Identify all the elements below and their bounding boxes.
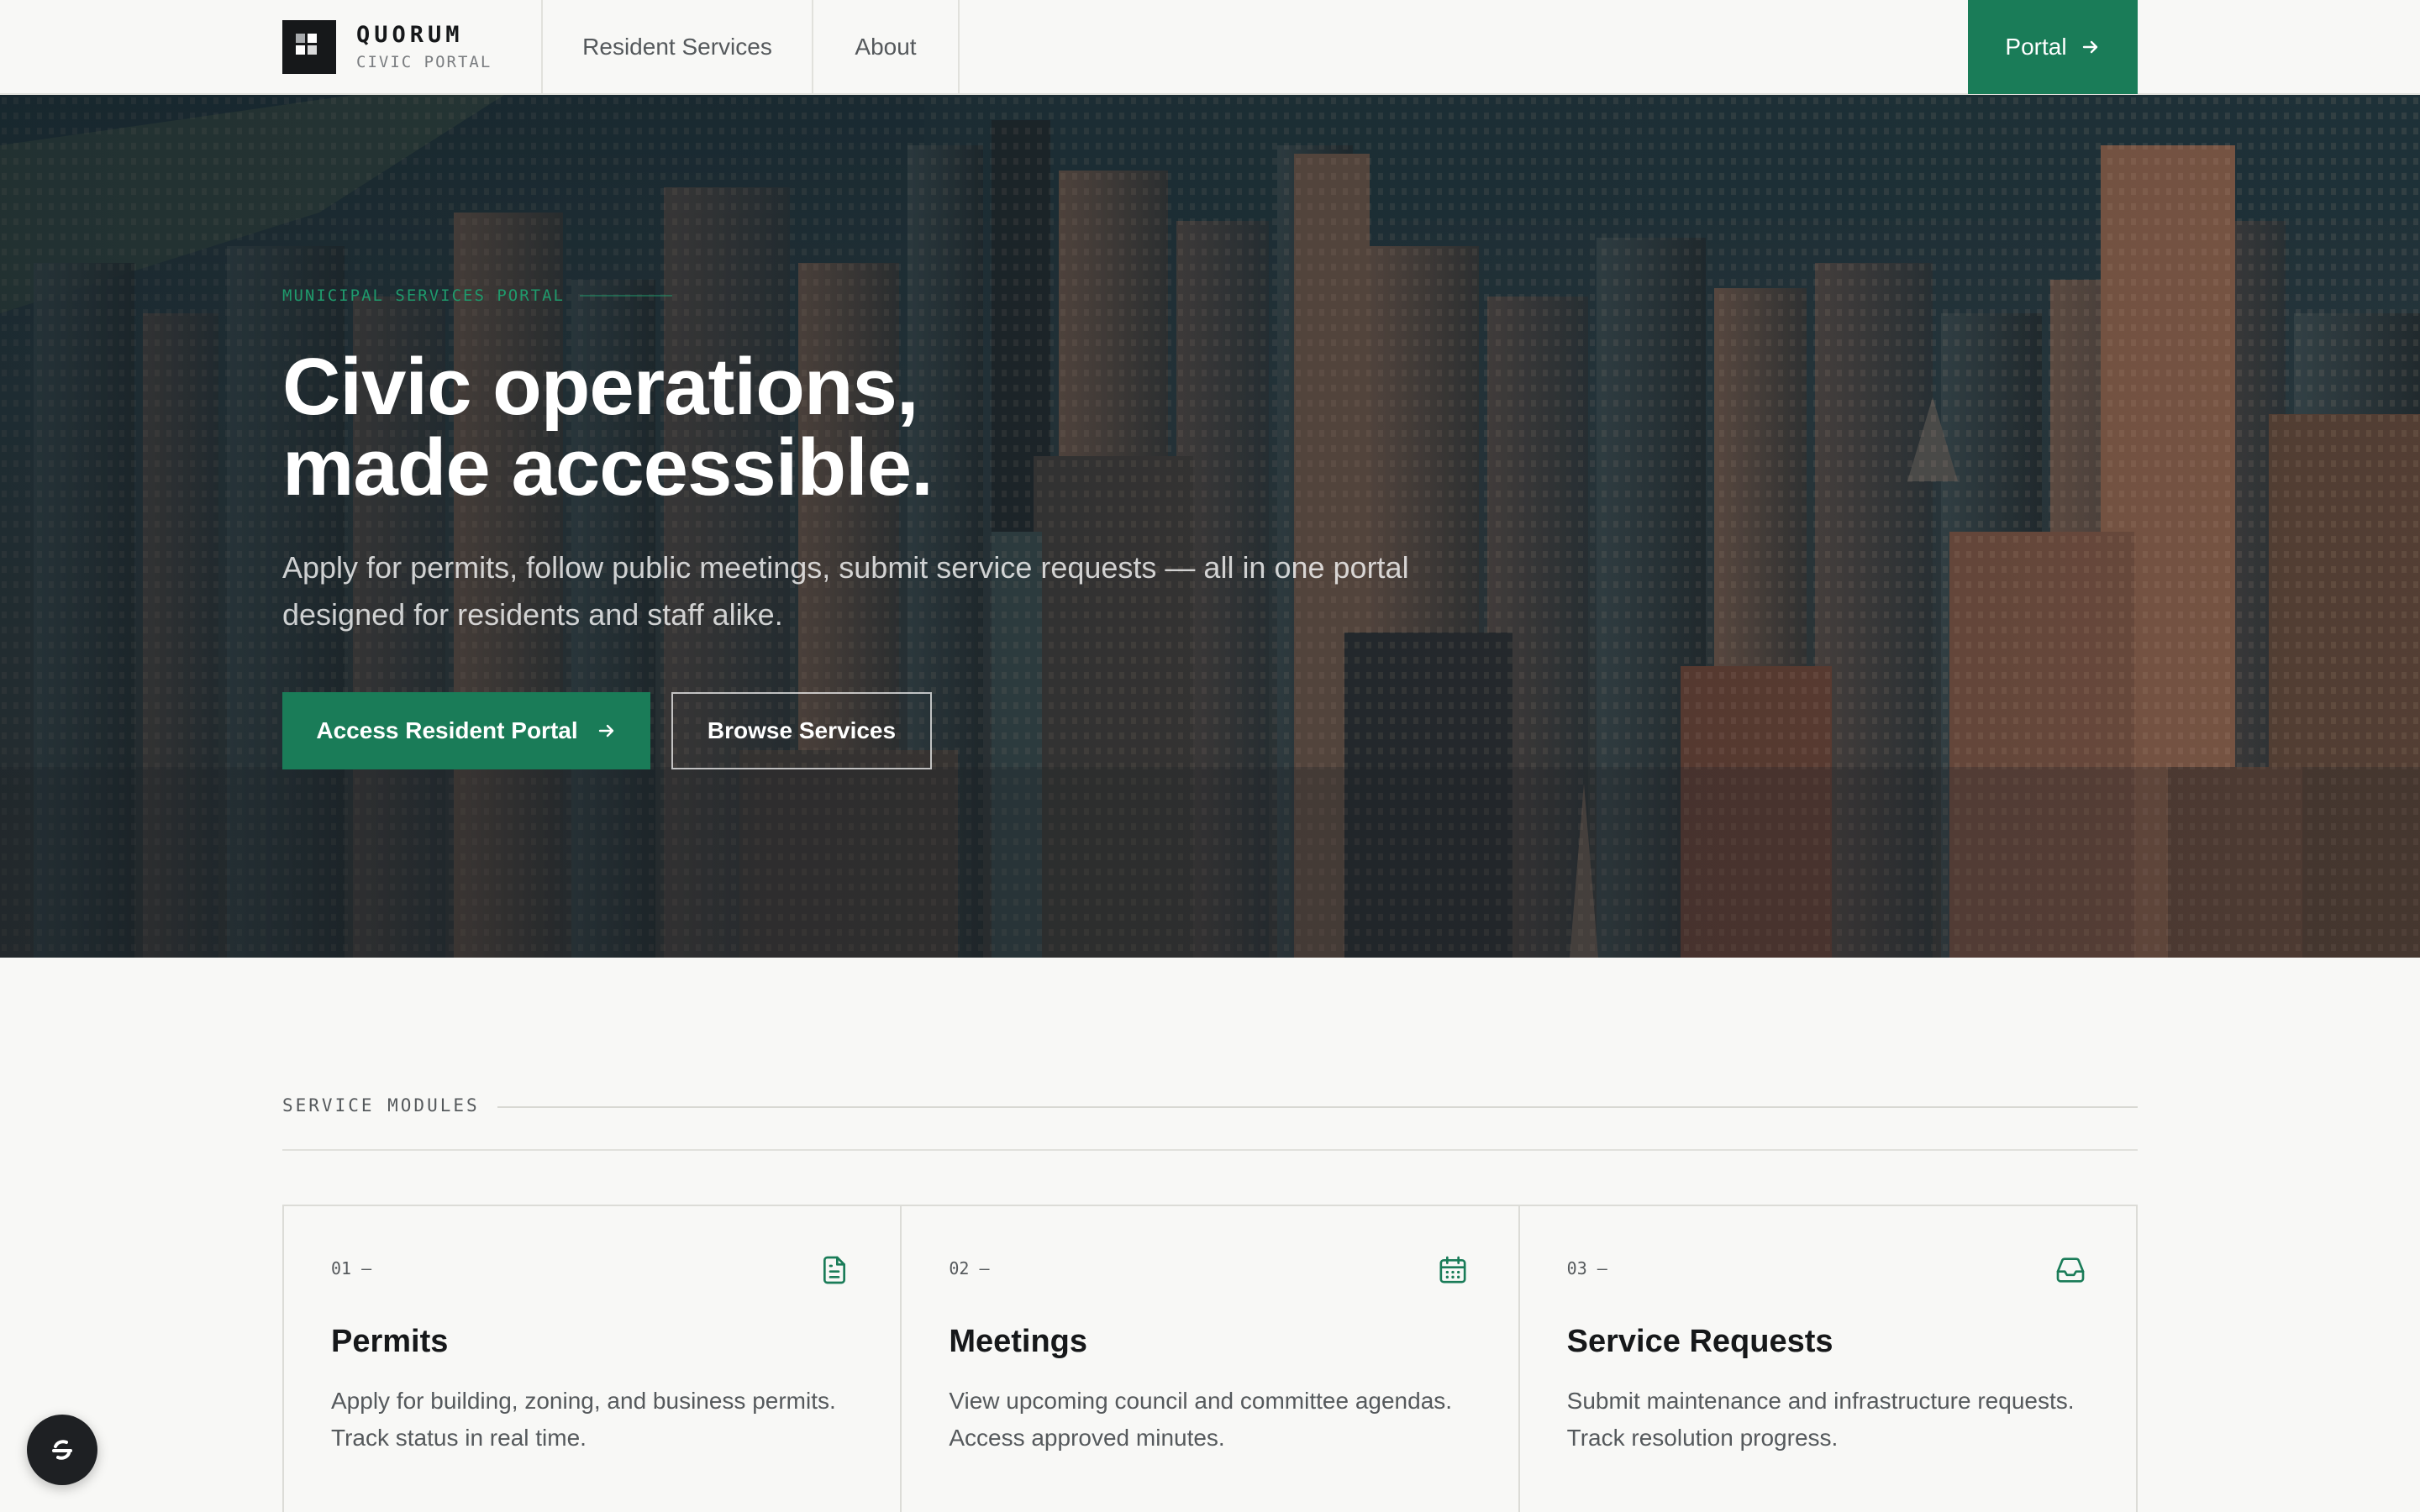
hero-eyebrow: MUNICIPAL SERVICES PORTAL	[282, 286, 672, 305]
portal-button-label: Portal	[2005, 34, 2067, 60]
brand-subtitle: CIVIC PORTAL	[356, 53, 492, 71]
card-title: Service Requests	[1566, 1324, 1833, 1359]
hero-title-line-1: Civic operations,	[282, 342, 919, 432]
hero: MUNICIPAL SERVICES PORTAL Civic operatio…	[0, 95, 2420, 958]
calendar-icon	[1439, 1256, 1466, 1284]
document-icon	[823, 1256, 846, 1284]
eyebrow-rule	[579, 295, 672, 297]
arrow-right-icon	[2082, 40, 2097, 54]
nav-divider	[958, 0, 960, 94]
hero-eyebrow-text: MUNICIPAL SERVICES PORTAL	[282, 286, 565, 305]
hero-subtitle: Apply for permits, follow public meeting…	[282, 550, 1409, 632]
service-card-service-requests[interactable]: 03 — Service Requests Submit maintenance…	[1520, 1206, 2136, 1512]
hero-title-line-2: made accessible.	[282, 423, 934, 512]
card-description: Submit maintenance and infrastructure re…	[1566, 1388, 2075, 1451]
portal-button[interactable]: Portal	[1968, 0, 2138, 94]
arrow-right-icon	[598, 724, 613, 738]
card-number: 03 —	[1566, 1258, 1607, 1278]
card-title: Meetings	[949, 1324, 1088, 1359]
browse-services-button[interactable]: Browse Services	[671, 692, 932, 769]
assistant-launcher-button[interactable]	[27, 1415, 97, 1485]
service-cards: 01 — Permits Apply for building, zoning,…	[282, 1205, 2138, 1512]
access-resident-portal-label: Access Resident Portal	[316, 717, 578, 743]
top-nav: QUORUM CIVIC PORTAL Resident Services Ab…	[0, 0, 2420, 95]
hero-overlay	[0, 95, 2420, 958]
card-number: 02 —	[949, 1258, 990, 1278]
card-description: Apply for building, zoning, and business…	[331, 1388, 836, 1451]
card-number: 01 —	[331, 1258, 372, 1278]
brand-name: QUORUM	[356, 22, 464, 48]
assistant-logo-icon	[52, 1440, 72, 1460]
service-card-permits[interactable]: 01 — Permits Apply for building, zoning,…	[284, 1206, 902, 1512]
nav-link-about[interactable]: About	[813, 0, 958, 94]
brand[interactable]: QUORUM CIVIC PORTAL	[282, 0, 492, 94]
section-label: SERVICE MODULES	[282, 1095, 480, 1116]
quorum-logo-icon	[282, 20, 336, 74]
card-description: View upcoming council and committee agen…	[949, 1388, 1453, 1451]
section-rule	[497, 1106, 2138, 1108]
access-resident-portal-button[interactable]: Access Resident Portal	[282, 692, 650, 769]
card-title: Permits	[331, 1324, 449, 1359]
nav-link-resident-services[interactable]: Resident Services	[543, 0, 812, 94]
inbox-icon	[2056, 1257, 2085, 1283]
service-card-meetings[interactable]: 02 — Meetings View upcoming council and …	[902, 1206, 1520, 1512]
section-divider	[282, 1149, 2138, 1151]
hero-title: Civic operations, made accessible.	[282, 347, 1459, 508]
